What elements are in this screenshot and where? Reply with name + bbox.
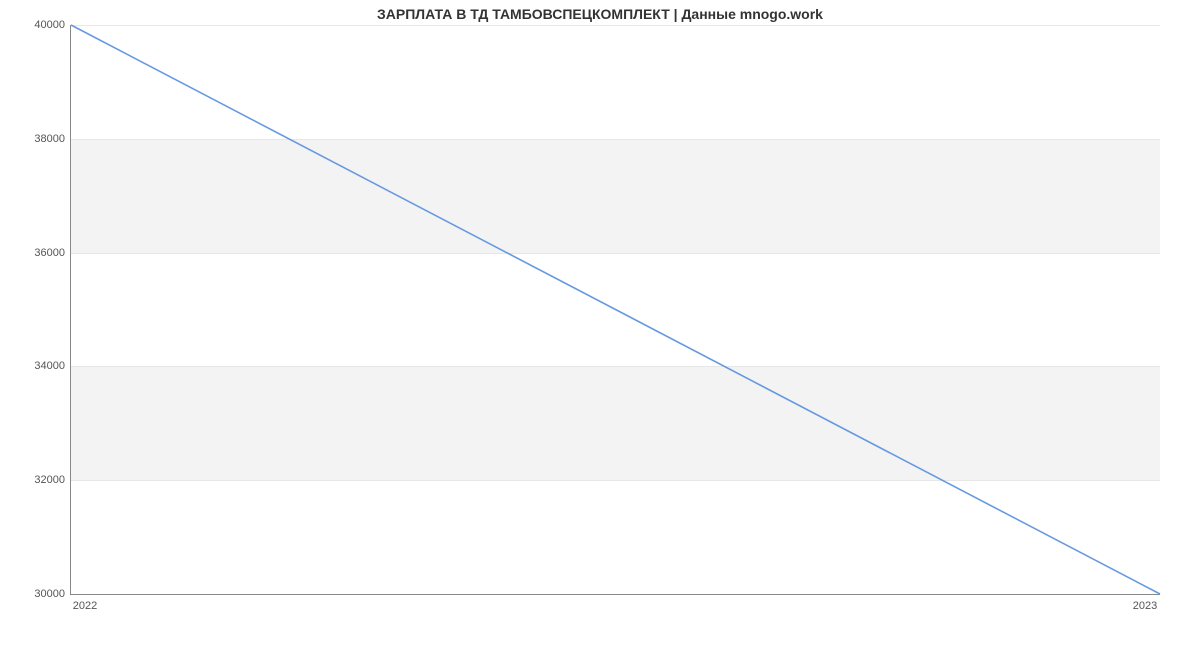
plot-area: [70, 25, 1160, 595]
chart-title: ЗАРПЛАТА В ТД ТАМБОВСПЕЦКОМПЛЕКТ | Данны…: [0, 6, 1200, 22]
ytick-label: 34000: [5, 360, 65, 372]
xtick-label: 2023: [1133, 600, 1157, 612]
ytick-label: 30000: [5, 588, 65, 600]
ytick-label: 40000: [5, 19, 65, 31]
ytick-label: 38000: [5, 133, 65, 145]
xtick-label: 2022: [73, 600, 97, 612]
line-series: [71, 25, 1160, 594]
chart-container: ЗАРПЛАТА В ТД ТАМБОВСПЕЦКОМПЛЕКТ | Данны…: [0, 0, 1200, 650]
ytick-label: 32000: [5, 474, 65, 486]
ytick-label: 36000: [5, 247, 65, 259]
